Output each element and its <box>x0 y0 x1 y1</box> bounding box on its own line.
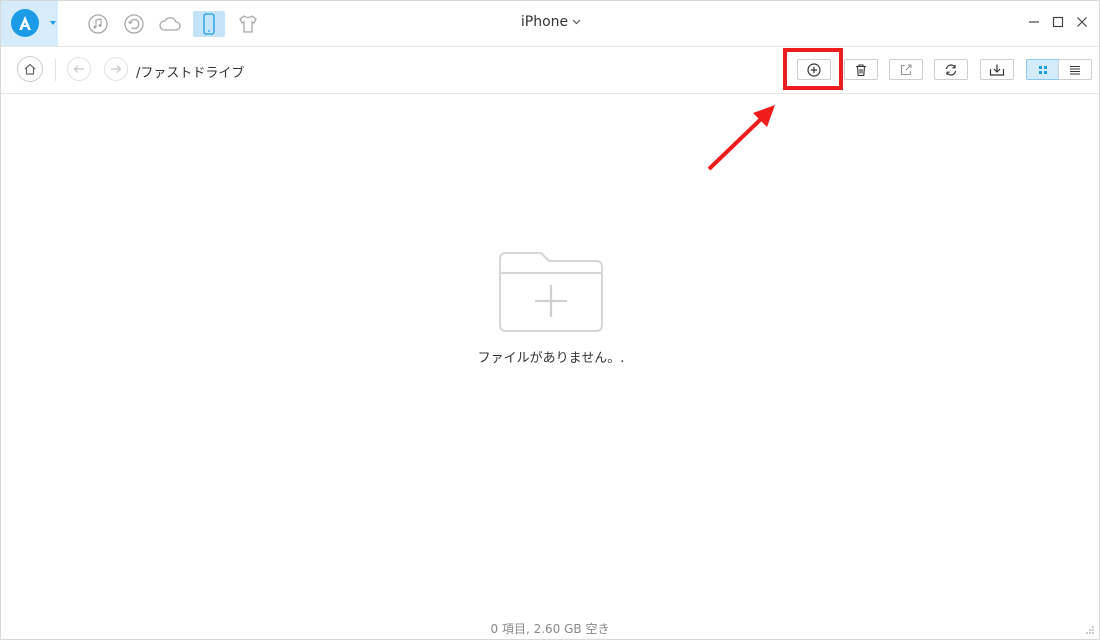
toolbar: /ファストドライブ <box>1 47 1099 94</box>
breadcrumb-path: /ファストドライブ <box>136 66 245 81</box>
logo-area[interactable] <box>1 1 58 46</box>
app-logo-icon[interactable] <box>11 9 39 37</box>
tshirt-icon[interactable] <box>235 11 261 37</box>
back-button[interactable] <box>67 57 91 81</box>
home-icon <box>24 63 36 75</box>
grid-view-icon <box>1039 65 1047 74</box>
home-button[interactable] <box>17 56 43 82</box>
top-nav <box>85 11 261 37</box>
phone-icon[interactable] <box>193 11 225 37</box>
trash-icon <box>856 63 866 76</box>
list-view-icon <box>1070 65 1080 75</box>
import-icon <box>989 64 1005 76</box>
arrow-left-icon <box>73 65 84 73</box>
highlight-annotation <box>783 48 843 90</box>
red-arrow-annotation <box>707 105 775 171</box>
empty-state: ファイルがありません。. <box>441 249 661 366</box>
window-title: iPhone <box>520 14 569 30</box>
arrow-right-icon <box>111 65 122 73</box>
app-window: iPhone /ファストドライブ ファイルがありません。. 0 項目, 2.60… <box>0 0 1100 640</box>
status-bar-text: 0 項目, 2.60 GB 空き <box>490 622 610 636</box>
import-button[interactable] <box>980 59 1014 80</box>
device-selector[interactable]: iPhone <box>501 14 601 30</box>
restore-icon[interactable] <box>121 11 147 37</box>
close-icon[interactable] <box>1075 15 1089 29</box>
delete-button[interactable] <box>844 59 878 80</box>
music-icon[interactable] <box>85 11 111 37</box>
chevron-down-icon <box>572 19 581 25</box>
logo-dropdown-icon[interactable] <box>49 19 57 27</box>
list-view-button[interactable] <box>1058 59 1092 80</box>
grid-view-button[interactable] <box>1026 59 1060 80</box>
divider <box>55 59 56 81</box>
empty-folder-icon <box>499 252 603 332</box>
title-bar: iPhone <box>1 1 1099 47</box>
export-icon <box>900 63 912 75</box>
empty-message: ファイルがありません。. <box>477 351 625 366</box>
minimize-icon[interactable] <box>1027 15 1041 29</box>
resize-grip-icon[interactable] <box>1085 625 1095 635</box>
window-controls <box>1027 15 1089 29</box>
refresh-icon <box>945 63 957 76</box>
forward-button[interactable] <box>104 57 128 81</box>
export-button[interactable] <box>889 59 923 80</box>
maximize-icon[interactable] <box>1051 15 1065 29</box>
refresh-button[interactable] <box>934 59 968 80</box>
cloud-icon[interactable] <box>157 11 183 37</box>
